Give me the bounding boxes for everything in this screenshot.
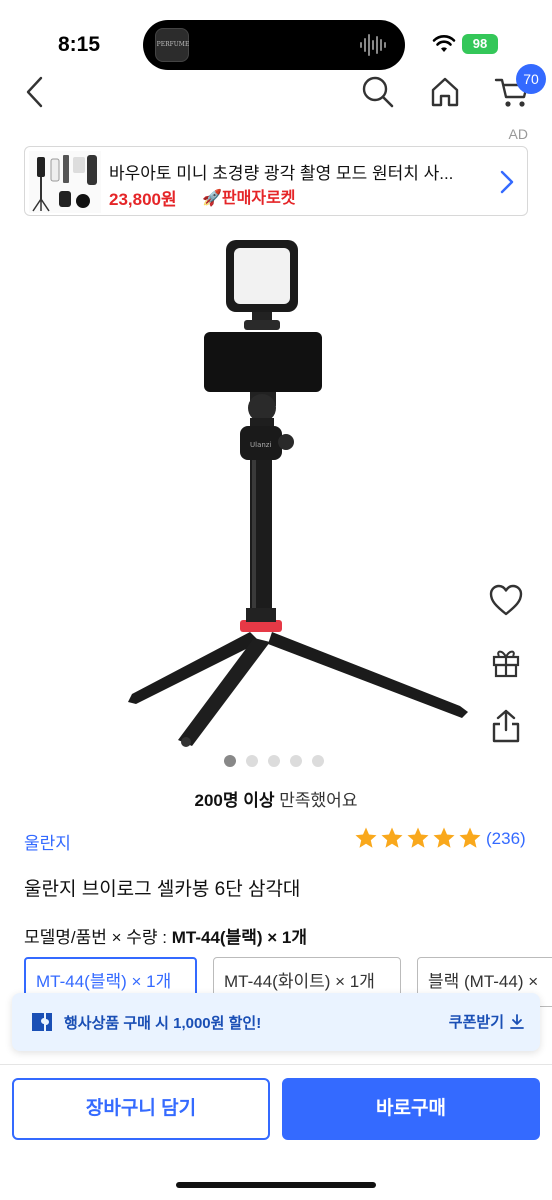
wishlist-button[interactable] (484, 578, 528, 622)
search-button[interactable] (356, 70, 400, 114)
wifi-icon (432, 35, 456, 52)
now-playing-artwork: PERFUME (155, 28, 189, 62)
review-count-link[interactable]: (236) (486, 829, 526, 849)
star-icon (355, 827, 377, 848)
heart-icon (489, 584, 523, 616)
share-icon (492, 709, 520, 743)
coupon-text: 행사상품 구매 시 1,000원 할인! (64, 1015, 262, 1032)
back-button[interactable] (12, 70, 56, 114)
add-to-cart-button[interactable]: 장바구니 담기 (12, 1078, 270, 1140)
product-main-image[interactable]: Ulanzi (100, 232, 480, 752)
carousel-dot[interactable] (246, 755, 258, 767)
gift-button[interactable] (484, 640, 528, 684)
home-indicator[interactable] (176, 1182, 376, 1188)
home-icon (431, 77, 459, 107)
artwork-text: PERFUME (156, 41, 190, 48)
ad-product-thumbnail (29, 151, 101, 213)
satisfaction-text: 만족했어요 (279, 791, 358, 810)
top-navigation (0, 70, 552, 120)
seller-rocket-badge: 🚀판매자로켓 (202, 190, 296, 207)
coupon-banner[interactable]: 행사상품 구매 시 1,000원 할인! 쿠폰받기 (12, 993, 540, 1051)
get-coupon-label: 쿠폰받기 (448, 1014, 504, 1031)
ad-label: AD (508, 126, 528, 142)
star-icon (407, 827, 429, 848)
star-icon (381, 827, 403, 848)
brand-link[interactable]: 울란지 (24, 829, 71, 854)
carousel-dot[interactable] (290, 755, 302, 767)
satisfaction-summary: 200명 이상 만족했어요 (0, 786, 552, 811)
chevron-right-icon (500, 170, 514, 194)
satisfaction-count: 200명 이상 (194, 791, 275, 810)
option-label-text: 모델명/품번 × 수량 : (24, 928, 172, 947)
ad-price: 23,800원 (109, 190, 177, 209)
audio-wave-icon (360, 34, 386, 56)
coupon-icon (32, 1013, 52, 1031)
status-time: 8:15 (58, 33, 101, 56)
sponsored-product-card[interactable]: 바우아토 미니 초경량 광각 촬영 모드 원터치 사... 23,800원 🚀판… (24, 146, 528, 216)
battery-indicator: 98 (462, 34, 498, 54)
bottom-divider (0, 1064, 552, 1065)
star-icon (459, 827, 481, 848)
option-summary: 모델명/품번 × 수량 : MT-44(블랙) × 1개 (24, 923, 307, 948)
gift-icon (492, 650, 520, 678)
search-icon (362, 76, 394, 108)
product-title: 울란지 브이로그 셀카봉 6단 삼각대 (24, 879, 301, 900)
dynamic-island[interactable]: PERFUME (143, 20, 405, 70)
buy-now-button[interactable]: 바로구매 (282, 1078, 540, 1140)
image-carousel-indicator (224, 755, 324, 767)
download-icon (510, 1013, 524, 1029)
carousel-dot[interactable] (268, 755, 280, 767)
option-selected-summary: MT-44(블랙) × 1개 (171, 928, 307, 947)
ad-title: 바우아토 미니 초경량 광각 촬영 모드 원터치 사... (109, 164, 454, 183)
rating-stars[interactable] (354, 826, 482, 850)
home-button[interactable] (423, 70, 467, 114)
get-coupon-button[interactable]: 쿠폰받기 (449, 1011, 524, 1032)
carousel-dot[interactable] (224, 755, 236, 767)
carousel-dot[interactable] (312, 755, 324, 767)
star-icon (433, 827, 455, 848)
svg-text:Ulanzi: Ulanzi (250, 441, 271, 449)
back-icon (26, 76, 43, 108)
share-button[interactable] (484, 704, 528, 748)
cart-count-badge: 70 (516, 64, 546, 94)
